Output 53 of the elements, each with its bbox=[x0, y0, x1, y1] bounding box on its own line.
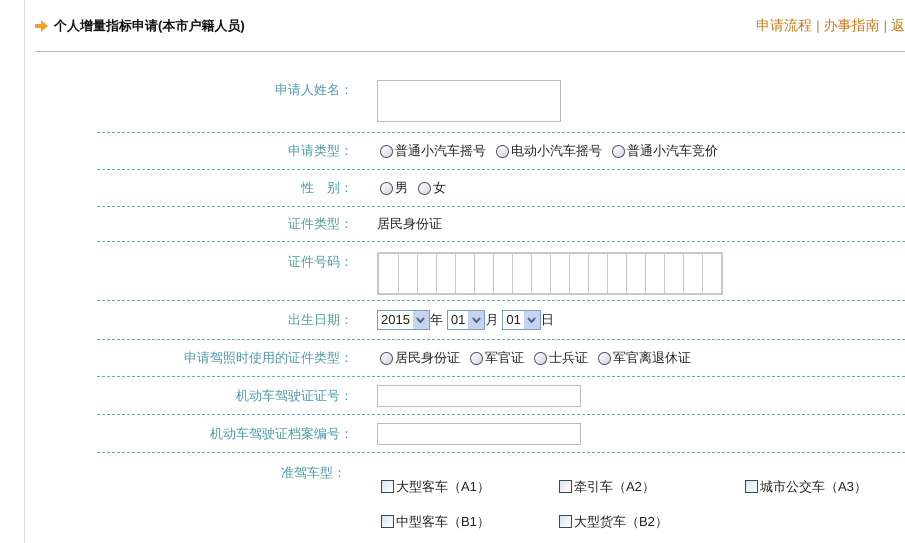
arrow-icon bbox=[35, 20, 48, 32]
option-label: 男 bbox=[395, 179, 408, 198]
field-label: 准驾车型： bbox=[281, 464, 346, 482]
date-select[interactable]: 01 bbox=[446, 310, 486, 330]
field-label: 申请驾照时使用的证件类型： bbox=[184, 349, 353, 368]
link-separator: | bbox=[816, 16, 820, 35]
radio-button[interactable] bbox=[534, 352, 547, 364]
option-label: 女 bbox=[433, 179, 446, 198]
radio-button[interactable] bbox=[496, 144, 509, 158]
checkbox[interactable] bbox=[381, 480, 394, 494]
option-label: 普通小汽车摇号 bbox=[395, 142, 486, 160]
option-label: 大型货车（B2） bbox=[574, 512, 668, 530]
page-title: 个人增量指标申请(本市户籍人员) bbox=[54, 16, 245, 35]
field-label: 机动车驾驶证档案编号： bbox=[210, 424, 353, 443]
checkbox[interactable] bbox=[381, 514, 394, 528]
radio-button[interactable] bbox=[470, 352, 483, 364]
date-unit: 日 bbox=[540, 311, 554, 330]
option-label: 电动小汽车摇号 bbox=[511, 142, 602, 160]
link-separator: | bbox=[884, 16, 887, 35]
radio-button[interactable] bbox=[380, 182, 393, 194]
field-label: 证件类型： bbox=[288, 215, 353, 234]
option-label: 牵引车（A2） bbox=[574, 478, 655, 496]
option-label: 军官证 bbox=[485, 349, 524, 368]
date-unit: 月 bbox=[485, 311, 498, 330]
option-label: 军官离退休证 bbox=[613, 349, 691, 368]
field-label: 性 别： bbox=[301, 179, 353, 198]
field-value: 居民身份证 bbox=[377, 216, 442, 231]
field-label: 出生日期： bbox=[288, 311, 353, 330]
field-label: 机动车驾驶证证号： bbox=[236, 386, 353, 405]
text-field[interactable] bbox=[377, 422, 581, 444]
option-label: 士兵证 bbox=[549, 349, 588, 368]
field-label: 申请类型： bbox=[288, 142, 353, 160]
id-number-field[interactable] bbox=[377, 252, 723, 295]
radio-button[interactable] bbox=[598, 352, 611, 364]
text-field[interactable] bbox=[377, 384, 581, 406]
radio-button[interactable] bbox=[418, 182, 431, 194]
field-label: 申请人姓名： bbox=[275, 81, 353, 99]
text-field[interactable] bbox=[377, 80, 561, 122]
option-label: 城市公交车（A3） bbox=[760, 478, 867, 496]
option-label: 大型客车（A1） bbox=[396, 478, 490, 496]
date-select[interactable]: 01 bbox=[502, 310, 541, 330]
option-label: 中型客车（B1） bbox=[396, 512, 490, 530]
date-select[interactable]: 2015 bbox=[377, 310, 430, 330]
field-label: 证件号码： bbox=[288, 253, 353, 271]
option-label: 居民身份证 bbox=[395, 349, 460, 368]
checkbox[interactable] bbox=[745, 480, 758, 494]
option-label: 普通小汽车竞价 bbox=[627, 142, 718, 160]
radio-button[interactable] bbox=[380, 352, 393, 364]
checkbox[interactable] bbox=[559, 480, 572, 494]
radio-button[interactable] bbox=[380, 144, 393, 158]
date-unit: 年 bbox=[430, 311, 443, 330]
radio-button[interactable] bbox=[612, 144, 625, 158]
checkbox[interactable] bbox=[559, 514, 572, 528]
